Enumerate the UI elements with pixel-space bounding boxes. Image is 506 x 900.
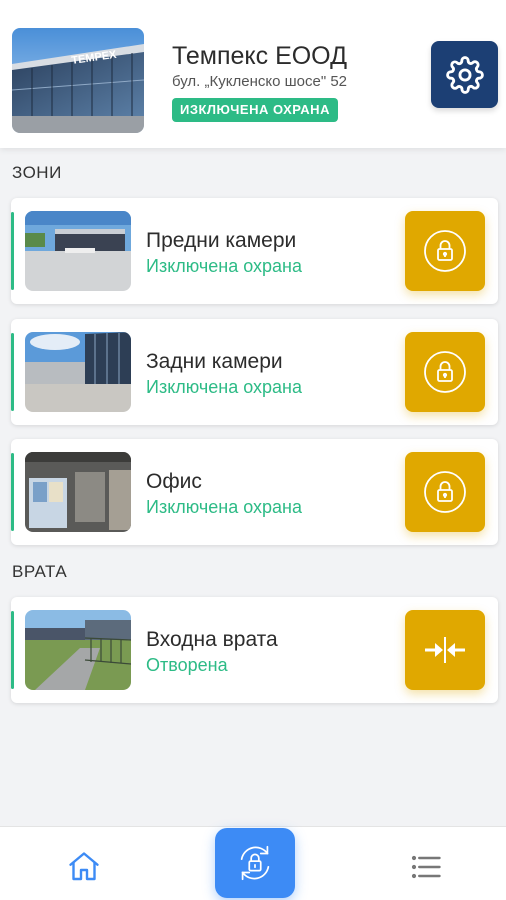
home-icon <box>69 852 99 881</box>
gear-icon <box>445 55 484 94</box>
nav-home-button[interactable] <box>66 849 102 885</box>
door-name: Входна врата <box>146 628 278 651</box>
arm-zone-button[interactable] <box>405 332 485 412</box>
zone-name: Предни камери <box>146 229 297 252</box>
lock-icon <box>424 351 466 393</box>
company-address: бул. „Кукленско шосе" 52 <box>172 73 347 90</box>
door-status: Отворена <box>146 655 228 675</box>
door-photo <box>25 610 131 690</box>
lock-icon <box>424 230 466 272</box>
status-accent-bar <box>11 212 14 290</box>
menu-icon <box>411 855 441 879</box>
arm-toggle-icon <box>240 845 270 881</box>
zone-card[interactable]: Задни камери Изключена охрана <box>11 319 498 425</box>
status-badge: ИЗКЛЮЧЕНА ОХРАНА <box>172 98 338 122</box>
status-accent-bar <box>11 611 14 689</box>
zone-photo <box>25 211 131 291</box>
door-card[interactable]: Входна врата Отворена <box>11 597 498 703</box>
building-photo: TEMPEX <box>12 28 144 133</box>
zone-card[interactable]: Офис Изключена охрана <box>11 439 498 545</box>
zone-status: Изключена охрана <box>146 497 302 517</box>
zone-name: Офис <box>146 470 202 493</box>
zone-status: Изключена охрана <box>146 377 302 397</box>
zone-name: Задни камери <box>146 350 283 373</box>
section-title-doors: ВРАТА <box>12 562 68 581</box>
zone-photo <box>25 452 131 532</box>
status-accent-bar <box>11 453 14 531</box>
zone-status: Изключена охрана <box>146 256 302 276</box>
nav-menu-button[interactable] <box>408 849 444 885</box>
zone-card[interactable]: Предни камери Изключена охрана <box>11 198 498 304</box>
zone-photo <box>25 332 131 412</box>
lock-icon <box>424 471 466 513</box>
section-title-zones: ЗОНИ <box>12 163 62 182</box>
arm-zone-button[interactable] <box>405 211 485 291</box>
header: TEMPEX Темпекс ЕООД бул. „Кукленско шосе… <box>0 0 506 148</box>
status-accent-bar <box>11 333 14 411</box>
arm-zone-button[interactable] <box>405 452 485 532</box>
settings-button[interactable] <box>431 41 498 108</box>
company-name: Темпекс ЕООД <box>172 42 348 70</box>
arm-toggle-button[interactable] <box>215 828 295 898</box>
close-gate-button[interactable] <box>405 610 485 690</box>
close-gate-icon <box>425 637 465 663</box>
